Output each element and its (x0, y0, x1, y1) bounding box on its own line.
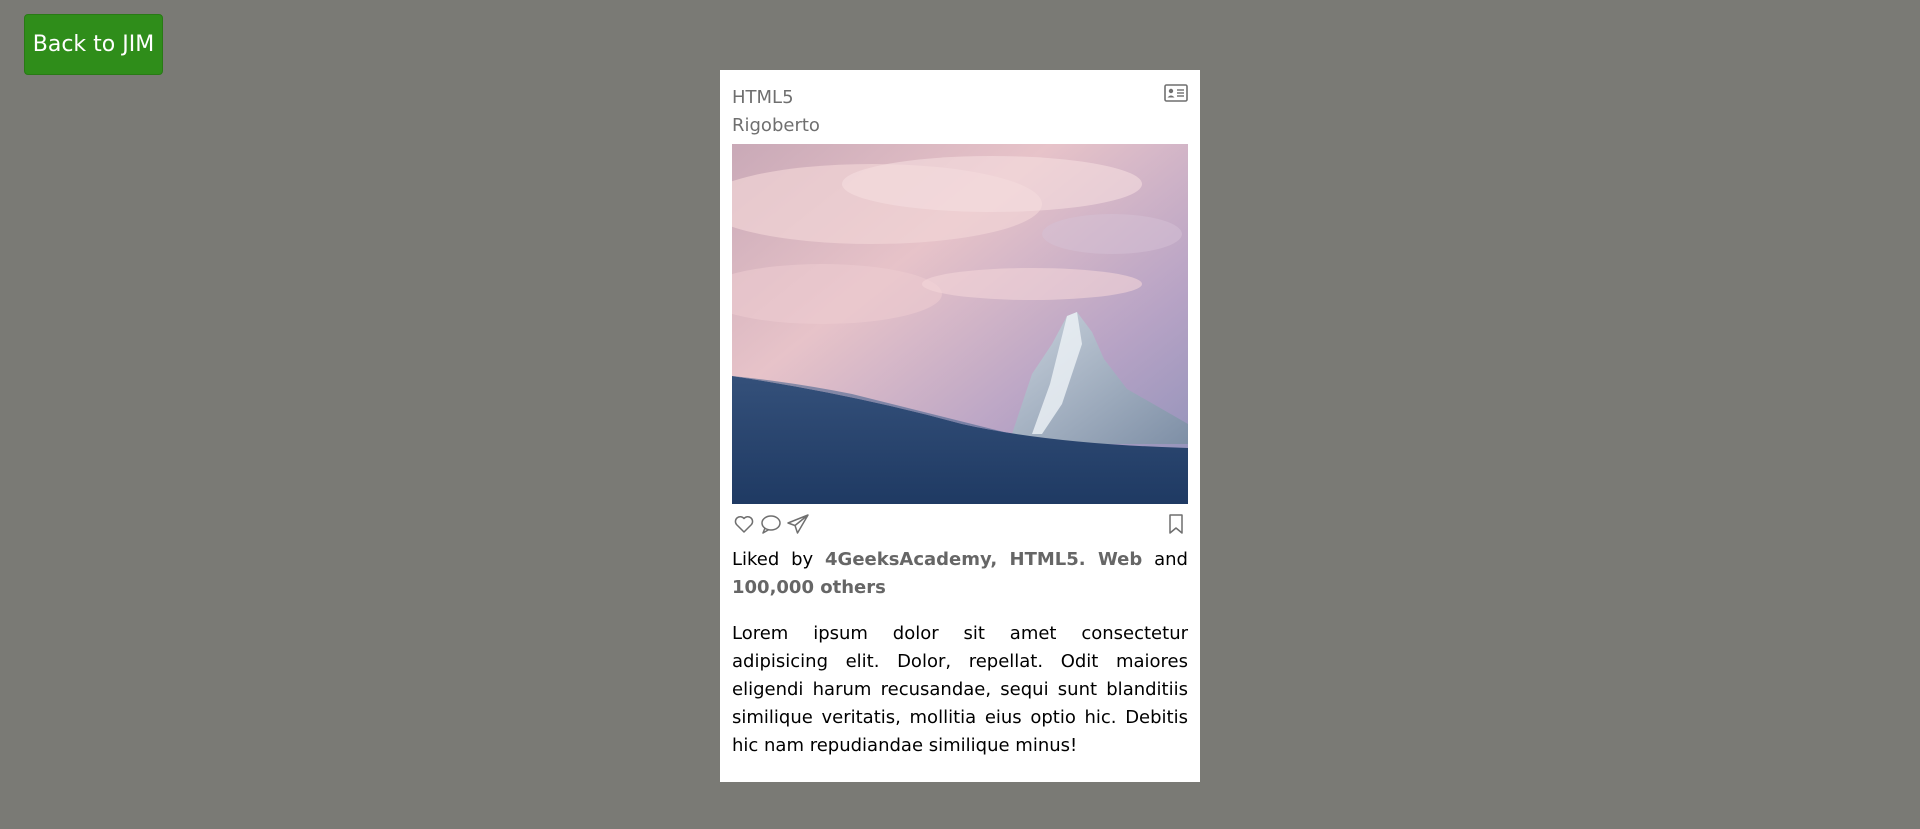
bookmark-icon[interactable] (1164, 512, 1188, 536)
likes-prefix: Liked by (732, 549, 814, 570)
id-card-icon[interactable] (1164, 84, 1188, 102)
post-header: HTML5 Rigoberto (732, 84, 1188, 144)
post-description: Lorem ipsum dolor sit amet consectetur a… (732, 623, 1188, 756)
likes-conjunction: and (1154, 549, 1188, 570)
heart-icon[interactable] (732, 512, 756, 536)
back-to-jim-button[interactable]: Back to JIM (24, 14, 163, 75)
mountain-photo (732, 144, 1188, 504)
likes-names[interactable]: 4GeeksAcademy, HTML5. Web (825, 549, 1142, 570)
post-actions (732, 512, 1188, 538)
paper-plane-icon[interactable] (786, 512, 810, 536)
likes-text: Liked by 4GeeksAcademy, HTML5. Web and 1… (732, 546, 1188, 602)
speech-bubble-icon[interactable] (759, 512, 783, 536)
post-title: HTML5 (732, 87, 794, 108)
post-photo (732, 144, 1188, 504)
likes-others[interactable]: 100,000 others (732, 577, 886, 598)
post-username: Rigoberto (732, 115, 820, 136)
